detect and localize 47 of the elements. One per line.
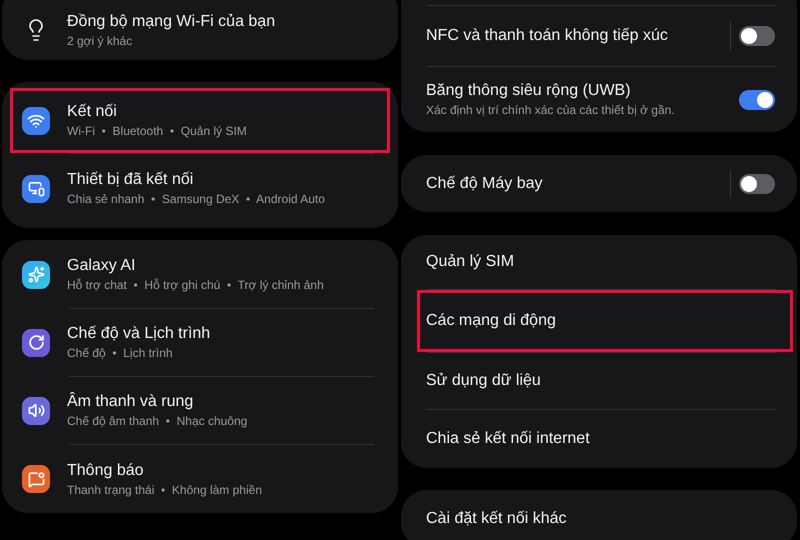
item-subtitle: Chế độ • Lịch trình xyxy=(67,346,174,360)
devices-icon xyxy=(22,174,50,202)
item-subtitle: Wi-Fi • Bluetooth • Quản lý SIM xyxy=(67,124,248,138)
speaker-icon xyxy=(22,396,50,424)
settings-item[interactable]: Galaxy AI Hỗ trợ chat • Hỗ trợ ghi chú • Trợ lý chỉnh ảnh xyxy=(10,241,390,308)
settings-item[interactable]: Sử dụng dữ liệu xyxy=(417,353,793,409)
item-description: Xác định vị trí chính xác của các thiết bị ở gần. xyxy=(426,103,676,117)
item-title: Quản lý SIM xyxy=(426,253,516,271)
settings-item[interactable]: Âm thanh và rung Chế độ âm thanh • Nhạc chuông xyxy=(10,377,390,444)
item-title: Âm thanh và rung xyxy=(67,393,194,411)
item-title: Các mạng di động xyxy=(426,312,557,330)
settings-item[interactable]: Chế độ và Lịch trình Chế độ • Lịch trình xyxy=(10,309,390,376)
toggle-switch[interactable] xyxy=(739,90,775,110)
item-title: Chế độ và Lịch trình xyxy=(67,325,212,343)
item-title: Chia sẻ kết nối internet xyxy=(426,430,591,448)
sparkles-icon xyxy=(22,260,50,288)
item-subtitle: Hỗ trợ chat • Hỗ trợ ghi chú • Trợ lý chỉnh ảnh xyxy=(67,278,325,292)
toggle-switch[interactable] xyxy=(739,174,775,194)
item-subtitle: Chế độ âm thanh • Nhạc chuông xyxy=(67,414,248,428)
check-cycle-icon xyxy=(22,328,50,356)
toggle-switch[interactable] xyxy=(739,26,775,46)
item-subtitle: 2 gợi ý khác xyxy=(67,34,134,48)
item-subtitle: Thanh trạng thái • Không làm phiền xyxy=(67,482,263,496)
settings-item[interactable]: Cài đặt kết nối khác xyxy=(417,490,793,540)
settings-item[interactable]: NFC và thanh toán không tiếp xúc xyxy=(417,6,793,66)
item-title: Kết nối xyxy=(67,103,118,121)
item-title: Chế độ Máy bay xyxy=(426,174,544,192)
settings-item[interactable]: Đồng bộ mạng Wi-Fi của bạn 2 gợi ý khác xyxy=(10,0,390,60)
settings-item[interactable]: Kết nối Wi-Fi • Bluetooth • Quản lý SIM xyxy=(10,88,390,153)
settings-item[interactable]: Chế độ Máy bay xyxy=(417,155,793,212)
item-title: Thông báo xyxy=(67,462,145,480)
settings-item[interactable]: Băng thông siêu rộng (UWB) Xác định vị trí chính xác của các thiết bị ở gần. xyxy=(417,67,793,132)
settings-item[interactable]: Chia sẻ kết nối internet xyxy=(417,410,793,468)
wifi-icon xyxy=(22,106,50,134)
settings-item[interactable]: Thông báo Thanh trạng thái • Không làm phiền xyxy=(10,445,390,513)
item-title: Đồng bộ mạng Wi-Fi của bạn xyxy=(67,12,276,30)
item-title: Thiết bị đã kết nối xyxy=(67,171,194,189)
item-title: Sử dụng dữ liệu xyxy=(426,372,542,390)
item-title: Galaxy AI xyxy=(67,257,136,275)
settings-item[interactable]: Thiết bị đã kết nối Chia sẻ nhanh • Samsung DeX • Android Auto xyxy=(10,154,390,223)
notification-icon xyxy=(22,465,50,493)
item-title: NFC và thanh toán không tiếp xúc xyxy=(426,27,669,45)
item-title: Cài đặt kết nối khác xyxy=(426,510,568,528)
item-subtitle: Chia sẻ nhanh • Samsung DeX • Android Auto xyxy=(67,192,326,206)
settings-item[interactable]: Quản lý SIM xyxy=(417,235,793,289)
settings-item[interactable]: Các mạng di động xyxy=(417,290,793,352)
item-title: Băng thông siêu rộng (UWB) xyxy=(426,82,632,100)
